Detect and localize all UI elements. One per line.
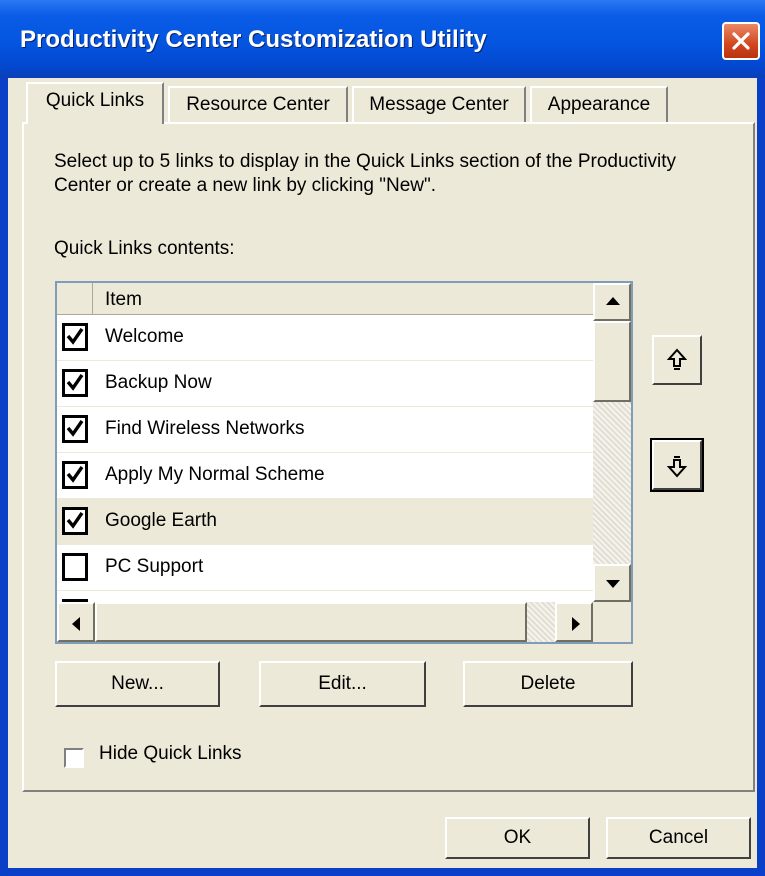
list-item[interactable]: PC Support: [57, 545, 593, 591]
checkmark-icon: [66, 512, 84, 529]
edit-button-label: Edit...: [318, 673, 367, 694]
scroll-thumb[interactable]: [593, 321, 631, 402]
list-header: Item: [57, 283, 593, 315]
new-button-label: New...: [111, 673, 164, 694]
hollow-arrow-up-icon: [667, 348, 687, 370]
list-item[interactable]: Backup Now: [57, 361, 593, 407]
ok-button-label: OK: [503, 827, 532, 848]
item-checkbox[interactable]: [62, 369, 88, 397]
scroll-up-button[interactable]: [593, 283, 631, 321]
scroll-down-button[interactable]: [593, 564, 631, 602]
item-label: Find Wireless Networks: [105, 418, 305, 439]
item-checkbox[interactable]: [62, 461, 88, 489]
checkmark-icon: [66, 420, 84, 437]
list-item-partial[interactable]: [57, 591, 593, 627]
tab-appearance[interactable]: Appearance: [530, 86, 668, 122]
tab-label: Appearance: [547, 94, 651, 115]
item-checkbox[interactable]: [62, 415, 88, 443]
item-checkbox[interactable]: [62, 507, 88, 535]
hollow-arrow-down-icon: [667, 456, 687, 478]
arrow-down-icon: [606, 580, 620, 588]
item-label: Google Earth: [105, 510, 217, 531]
hscroll-thumb[interactable]: [95, 602, 527, 642]
arrow-right-icon: [572, 617, 580, 631]
item-column-header[interactable]: Item: [105, 289, 142, 311]
delete-button[interactable]: Delete: [463, 661, 633, 707]
new-button[interactable]: New...: [55, 661, 220, 707]
tab-label: Resource Center: [186, 94, 330, 115]
vertical-scrollbar[interactable]: [593, 283, 631, 602]
scrollbar-corner: [593, 602, 631, 642]
checkbox-column-header[interactable]: [57, 283, 93, 314]
tab-label: Message Center: [369, 94, 509, 115]
ok-button[interactable]: OK: [445, 817, 590, 859]
dialog-client: Quick Links Resource Center Message Cent…: [8, 78, 757, 868]
checkmark-icon: [66, 466, 84, 483]
edit-button[interactable]: Edit...: [259, 661, 426, 707]
move-down-button[interactable]: [650, 438, 704, 492]
window-title: Productivity Center Customization Utilit…: [20, 26, 487, 53]
item-label: Backup Now: [105, 372, 212, 393]
checkmark-icon: [66, 374, 84, 391]
tab-label: Quick Links: [45, 90, 145, 111]
dialog-window: Productivity Center Customization Utilit…: [0, 0, 765, 876]
tab-quick-links[interactable]: Quick Links: [26, 82, 164, 124]
cancel-button-label: Cancel: [648, 827, 709, 848]
arrow-left-icon: [72, 617, 80, 631]
scroll-right-button[interactable]: [555, 602, 593, 642]
arrow-up-icon: [606, 297, 620, 305]
item-checkbox[interactable]: [62, 553, 88, 581]
checkmark-icon: [66, 328, 84, 345]
list-item-selected[interactable]: Google Earth: [57, 499, 593, 545]
title-bar[interactable]: Productivity Center Customization Utilit…: [0, 0, 765, 78]
quick-links-list[interactable]: Item Welcome Backup Now Find Wireless Ne…: [55, 281, 633, 644]
cancel-button[interactable]: Cancel: [606, 817, 751, 859]
hide-quick-links-label[interactable]: Hide Quick Links: [99, 743, 242, 765]
tab-resource-center[interactable]: Resource Center: [168, 86, 348, 122]
item-checkbox[interactable]: [62, 323, 88, 351]
item-label: Welcome: [105, 326, 184, 347]
close-icon: [732, 32, 750, 50]
item-label: PC Support: [105, 556, 204, 577]
contents-label: Quick Links contents:: [54, 238, 235, 259]
list-item[interactable]: Welcome: [57, 315, 593, 361]
horizontal-scrollbar[interactable]: [57, 602, 593, 642]
instructions-text: Select up to 5 links to display in the Q…: [54, 151, 677, 196]
item-label: Apply My Normal Scheme: [105, 464, 325, 485]
hide-quick-links-checkbox[interactable]: [64, 748, 84, 768]
tab-message-center[interactable]: Message Center: [352, 86, 526, 122]
scroll-left-button[interactable]: [57, 602, 95, 642]
delete-button-label: Delete: [520, 673, 576, 694]
list-item[interactable]: Apply My Normal Scheme: [57, 453, 593, 499]
move-up-button[interactable]: [652, 335, 702, 385]
close-button[interactable]: [722, 22, 760, 60]
list-item[interactable]: Find Wireless Networks: [57, 407, 593, 453]
